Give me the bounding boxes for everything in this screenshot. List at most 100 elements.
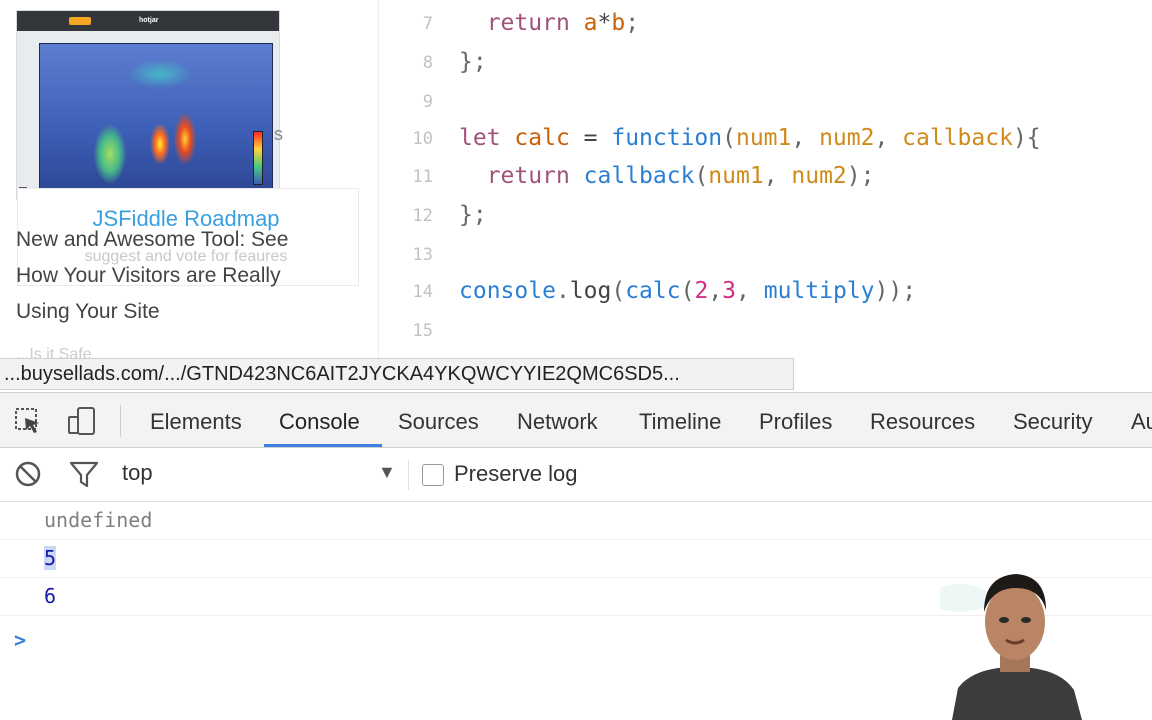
code-token: callback xyxy=(902,125,1013,151)
code-line[interactable]: 13 xyxy=(379,237,1152,275)
preserve-log-checkbox[interactable] xyxy=(422,464,444,486)
line-number: 8 xyxy=(422,53,433,73)
sidebar-panel: hotjar s JSFiddle Roadmap suggest and vo… xyxy=(0,0,378,358)
chevron-down-icon[interactable]: ▼ xyxy=(378,462,396,483)
filter-icon[interactable] xyxy=(68,458,100,490)
code-token: num1 xyxy=(735,125,792,151)
code-token: b xyxy=(611,10,626,36)
tab-resources[interactable]: Resources xyxy=(870,393,975,448)
code-text: let calc = function(num1, num2, callback… xyxy=(459,125,1041,151)
code-token: num2 xyxy=(819,125,875,151)
heatmap-illustration xyxy=(39,43,273,199)
heatmap-scale xyxy=(253,131,263,185)
code-token: callback xyxy=(583,163,695,189)
code-token: calc xyxy=(625,278,681,304)
line-number: 11 xyxy=(412,167,433,187)
console-message-text: 5 xyxy=(44,546,57,570)
context-select[interactable]: top xyxy=(122,460,153,486)
code-token: ( xyxy=(722,125,736,151)
code-token: , xyxy=(874,125,903,151)
toolbar-divider xyxy=(408,460,409,490)
ad-article-title[interactable]: New and Awesome Tool: See How Your Visit… xyxy=(16,222,346,330)
code-token: 3 xyxy=(722,278,737,304)
code-token: log xyxy=(569,278,612,304)
code-line[interactable]: 9 xyxy=(379,84,1152,122)
tab-sources[interactable]: Sources xyxy=(398,393,479,448)
link-status-url: ...buysellads.com/.../GTND423NC6AIT2JYCK… xyxy=(0,358,794,390)
code-token: a xyxy=(583,10,598,36)
line-number: 13 xyxy=(412,245,433,265)
preserve-log-label[interactable]: Preserve log xyxy=(454,461,578,487)
tab-timeline[interactable]: Timeline xyxy=(639,393,721,448)
tab-bar-divider xyxy=(120,405,121,437)
ad-thumbnail-image[interactable]: hotjar xyxy=(16,10,280,200)
line-number: 15 xyxy=(412,321,433,341)
webcam-presenter-video xyxy=(940,560,1090,720)
code-token: 2 xyxy=(694,278,709,304)
device-toolbar-icon[interactable] xyxy=(66,405,98,437)
code-token: console xyxy=(459,278,556,304)
code-text: console.log(calc(2,3, multiply)); xyxy=(459,278,916,304)
hotjar-logo: hotjar xyxy=(139,17,159,24)
code-token: }; xyxy=(459,202,487,228)
code-line[interactable]: 14 console.log(calc(2,3, multiply)); xyxy=(379,274,1152,312)
ad-article-line: Using Your Site xyxy=(16,300,160,323)
code-token: , xyxy=(708,278,723,304)
code-text: }; xyxy=(459,202,487,228)
ad-article-line: New and Awesome Tool: See xyxy=(16,228,289,251)
code-line[interactable]: 12}; xyxy=(379,198,1152,236)
code-token: num1 xyxy=(708,163,764,189)
code-token: , xyxy=(763,163,792,189)
tab-profiles[interactable]: Profiles xyxy=(759,393,832,448)
console-message-text: undefined xyxy=(44,508,153,532)
code-text: return callback(num1, num2); xyxy=(459,163,875,189)
code-token: return xyxy=(486,163,570,189)
inspect-element-icon[interactable] xyxy=(12,405,44,437)
console-message: undefined xyxy=(0,502,1152,540)
code-token: )); xyxy=(874,278,917,304)
line-number: 9 xyxy=(422,92,433,112)
tab-security[interactable]: Security xyxy=(1013,393,1092,448)
code-token: = xyxy=(569,125,612,151)
code-token: return xyxy=(486,10,570,36)
code-line[interactable]: 11 return callback(num1, num2); xyxy=(379,159,1152,197)
code-token: ( xyxy=(680,278,695,304)
tab-audits[interactable]: Au xyxy=(1131,393,1152,448)
clear-console-icon[interactable] xyxy=(12,458,44,490)
code-token: ){ xyxy=(1012,125,1041,151)
line-number: 14 xyxy=(412,282,433,302)
code-token: , xyxy=(736,278,764,304)
line-number: 10 xyxy=(412,129,433,149)
code-token: num2 xyxy=(791,163,847,189)
code-token: function xyxy=(611,125,723,151)
code-token: ( xyxy=(611,278,626,304)
ad-side-text: s xyxy=(274,124,283,144)
code-line[interactable]: 8}; xyxy=(379,45,1152,83)
ad-article-line: How Your Visitors are Really xyxy=(16,264,281,287)
code-text: return a*b; xyxy=(459,10,639,36)
code-line[interactable]: 10 let calc = function(num1, num2, callba… xyxy=(379,121,1152,159)
active-tab-indicator xyxy=(264,444,382,447)
code-editor[interactable]: 7 return a*b; 8}; 9 10 let calc = function(n… xyxy=(378,0,1152,358)
code-token: let xyxy=(459,125,501,151)
code-token: calc xyxy=(514,125,570,151)
code-line[interactable]: 15 xyxy=(379,313,1152,351)
code-line[interactable]: 7 return a*b; xyxy=(379,6,1152,44)
faded-sidebar-text: ...Is it Safe xyxy=(16,346,92,358)
code-token: * xyxy=(597,10,612,36)
console-toolbar: top ▼ Preserve log xyxy=(0,448,1152,502)
tab-network[interactable]: Network xyxy=(517,393,598,448)
tab-elements[interactable]: Elements xyxy=(150,393,242,448)
code-token: ; xyxy=(625,10,640,36)
ad-thumbnail-header: hotjar xyxy=(17,11,279,31)
console-message-text: 6 xyxy=(44,584,57,608)
code-token: multiply xyxy=(763,278,875,304)
console-prompt-icon[interactable]: > xyxy=(14,628,26,652)
code-token: . xyxy=(555,278,570,304)
line-number: 12 xyxy=(412,206,433,226)
tab-console[interactable]: Console xyxy=(279,393,360,448)
